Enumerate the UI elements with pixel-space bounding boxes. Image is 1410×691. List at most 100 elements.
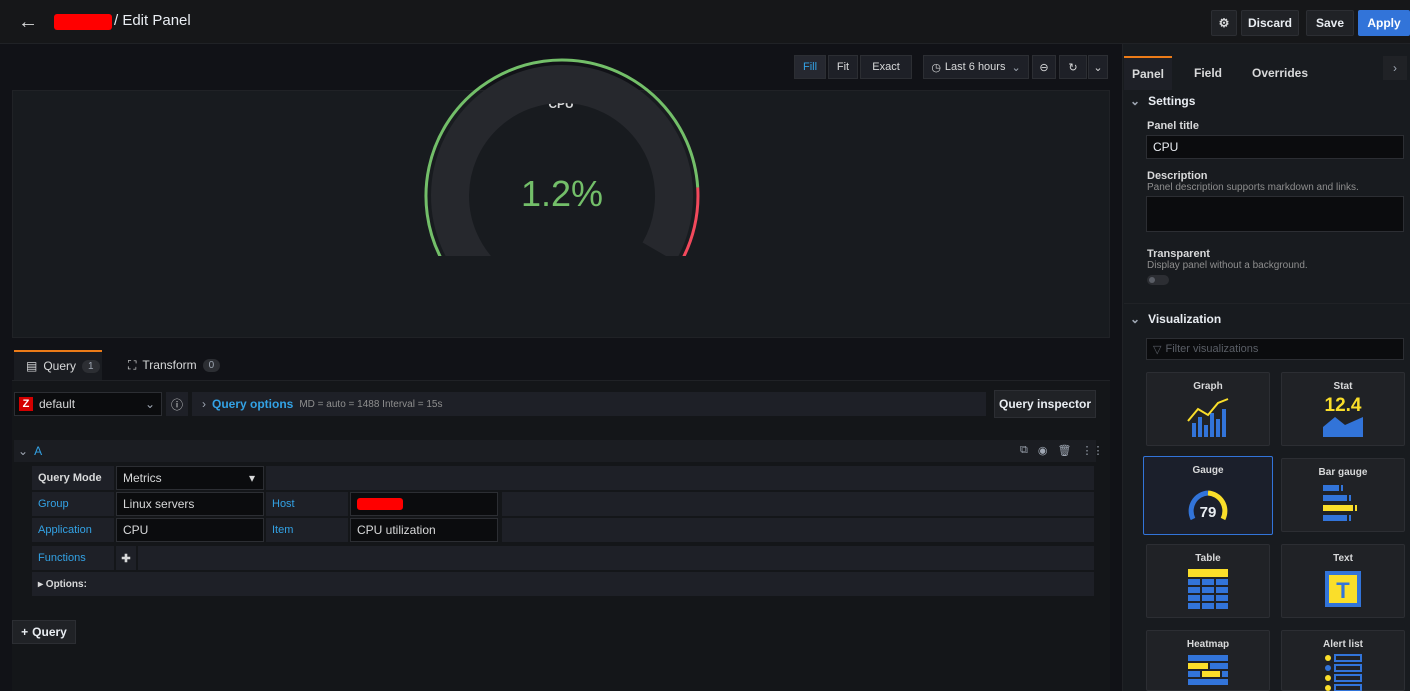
settings-button[interactable]: ⚙ [1211, 10, 1237, 36]
chevron-down-icon: ⌄ [144, 397, 155, 411]
item-label: Item [266, 518, 348, 542]
drag-handle-icon[interactable]: ⋮⋮ [1081, 444, 1103, 457]
fit-button[interactable]: Fit [828, 55, 858, 79]
page-title: / Edit Panel [114, 12, 191, 29]
query-mode-label: Query Mode [32, 466, 114, 490]
refresh-interval-dropdown[interactable]: ⌄ [1088, 55, 1108, 79]
vis-card-text[interactable]: Text T [1281, 544, 1405, 618]
tab-overrides[interactable]: Overrides [1252, 56, 1308, 90]
vis-card-heatmap[interactable]: Heatmap [1146, 630, 1270, 691]
add-function-button[interactable]: ✚ [116, 546, 136, 570]
tab-transform[interactable]: ⛶ Transform 0 [120, 350, 221, 380]
tab-panel[interactable]: Panel [1124, 56, 1172, 90]
tab-query[interactable]: ▤ Query 1 [14, 350, 102, 380]
transparent-label: Transparent [1147, 248, 1210, 260]
vis-card-title: Gauge [1192, 465, 1224, 476]
host-input[interactable] [350, 492, 498, 516]
discard-button[interactable]: Discard [1241, 10, 1299, 36]
stat-icon: 12.4 [1282, 395, 1404, 439]
item-input[interactable]: CPU utilization [350, 518, 498, 542]
chevron-down-icon: ⌄ [1130, 312, 1141, 326]
functions-row: Functions ✚ [32, 546, 1096, 570]
heatmap-icon [1147, 653, 1269, 691]
help-icon: ⓘ [170, 397, 183, 412]
chevron-down-icon: ⌄ [1093, 61, 1103, 74]
eye-icon[interactable]: ◉ [1038, 444, 1048, 457]
application-input[interactable]: CPU [116, 518, 264, 542]
gauge-icon-text: 79 [1200, 504, 1217, 521]
vis-card-title: Stat [1333, 381, 1353, 392]
duplicate-icon[interactable]: ⧉ [1020, 444, 1028, 457]
vis-card-title: Alert list [1322, 639, 1363, 650]
vis-card-title: Bar gauge [1318, 467, 1368, 478]
vis-card-title: Table [1195, 553, 1221, 564]
datasource-name: default [39, 397, 76, 411]
graph-icon [1147, 395, 1269, 439]
vis-card-graph[interactable]: Graph [1146, 372, 1270, 446]
query-mode-value: Metrics [123, 471, 162, 485]
vis-card-title: Graph [1193, 381, 1223, 392]
query-a-header[interactable]: ⌄ A [14, 440, 1096, 462]
options-row[interactable]: ▸ Options: [32, 572, 1096, 596]
save-button[interactable]: Save [1306, 10, 1354, 36]
fill-button[interactable]: Fill [794, 55, 826, 79]
zoom-out-button[interactable]: ⊖ [1032, 55, 1056, 79]
vis-card-table[interactable]: Table [1146, 544, 1270, 618]
apply-button[interactable]: Apply [1358, 10, 1410, 36]
refresh-button[interactable]: ↻ [1059, 55, 1087, 79]
query-a-actions: ⧉ ◉ 🗑 ⋮⋮ [1020, 444, 1103, 457]
query-options-label[interactable]: Query options [212, 397, 293, 411]
visualization-section-header[interactable]: ⌄ Visualization [1130, 312, 1221, 326]
divider [1124, 303, 1410, 304]
visualization-filter-input[interactable]: ▽ Filter visualizations [1146, 338, 1404, 360]
zabbix-logo-icon: Z [19, 397, 33, 411]
text-icon: T [1282, 567, 1404, 611]
filter-icon: ▽ [1153, 343, 1162, 356]
group-input[interactable]: Linux servers [116, 492, 264, 516]
gauge-track [431, 64, 694, 256]
redacted-dashboard-name [54, 14, 112, 30]
tab-transform-count: 0 [202, 358, 221, 372]
toggle-knob [1149, 277, 1155, 283]
time-range-picker[interactable]: ◷ Last 6 hours ⌄ [923, 55, 1029, 79]
vis-card-title: Text [1333, 553, 1353, 564]
add-query-button[interactable]: + Query [12, 620, 76, 644]
query-options-bar[interactable]: › Query options MD = auto = 1488 Interva… [192, 392, 986, 416]
chevron-right-icon: › [1393, 61, 1397, 75]
table-icon [1147, 567, 1269, 611]
tab-field[interactable]: Field [1194, 56, 1222, 90]
description-hint: Panel description supports markdown and … [1147, 182, 1359, 193]
trash-icon[interactable]: 🗑 [1057, 444, 1071, 457]
description-textarea[interactable] [1146, 196, 1404, 232]
application-item-row: Application CPU Item CPU utilization [32, 518, 1096, 542]
vis-card-alert-list[interactable]: Alert list [1281, 630, 1405, 691]
panel-title-input[interactable]: CPU [1146, 135, 1404, 159]
collapse-sidebar-button[interactable]: › [1383, 56, 1407, 80]
redacted-host [357, 498, 403, 510]
datasource-picker[interactable]: Z default ⌄ [14, 392, 162, 416]
options-toggle[interactable]: ▸ Options: [32, 572, 1094, 596]
vis-card-stat[interactable]: Stat 12.4 [1281, 372, 1405, 446]
query-mode-select[interactable]: Metrics ▾ [116, 466, 264, 490]
group-label: Group [32, 492, 114, 516]
query-inspector-button[interactable]: Query inspector [994, 390, 1096, 418]
settings-title: Settings [1148, 94, 1196, 108]
caret-down-icon: ▾ [248, 471, 255, 485]
exact-button[interactable]: Exact [860, 55, 912, 79]
tab-query-label: Query [43, 359, 77, 373]
host-label: Host [266, 492, 348, 516]
panel-title-label: Panel title [1147, 120, 1199, 132]
text-icon-glyph: T [1336, 578, 1350, 603]
chevron-down-icon: ⌄ [1130, 94, 1141, 108]
back-arrow-icon[interactable]: ← [18, 12, 40, 32]
settings-section-header[interactable]: ⌄ Settings [1130, 94, 1195, 108]
chevron-down-icon: ⌄ [1011, 61, 1021, 74]
tab-query-count: 1 [82, 359, 100, 373]
group-host-row: Group Linux servers Host [32, 492, 1096, 516]
vis-card-gauge[interactable]: Gauge 79 [1143, 456, 1273, 535]
datasource-help-button[interactable]: ⓘ [166, 392, 188, 416]
vis-card-bar-gauge[interactable]: Bar gauge [1281, 458, 1405, 532]
time-range-label: Last 6 hours [944, 61, 1006, 73]
query-mode-row: Query Mode Metrics ▾ [32, 466, 1096, 490]
query-ref-label: A [34, 444, 43, 458]
